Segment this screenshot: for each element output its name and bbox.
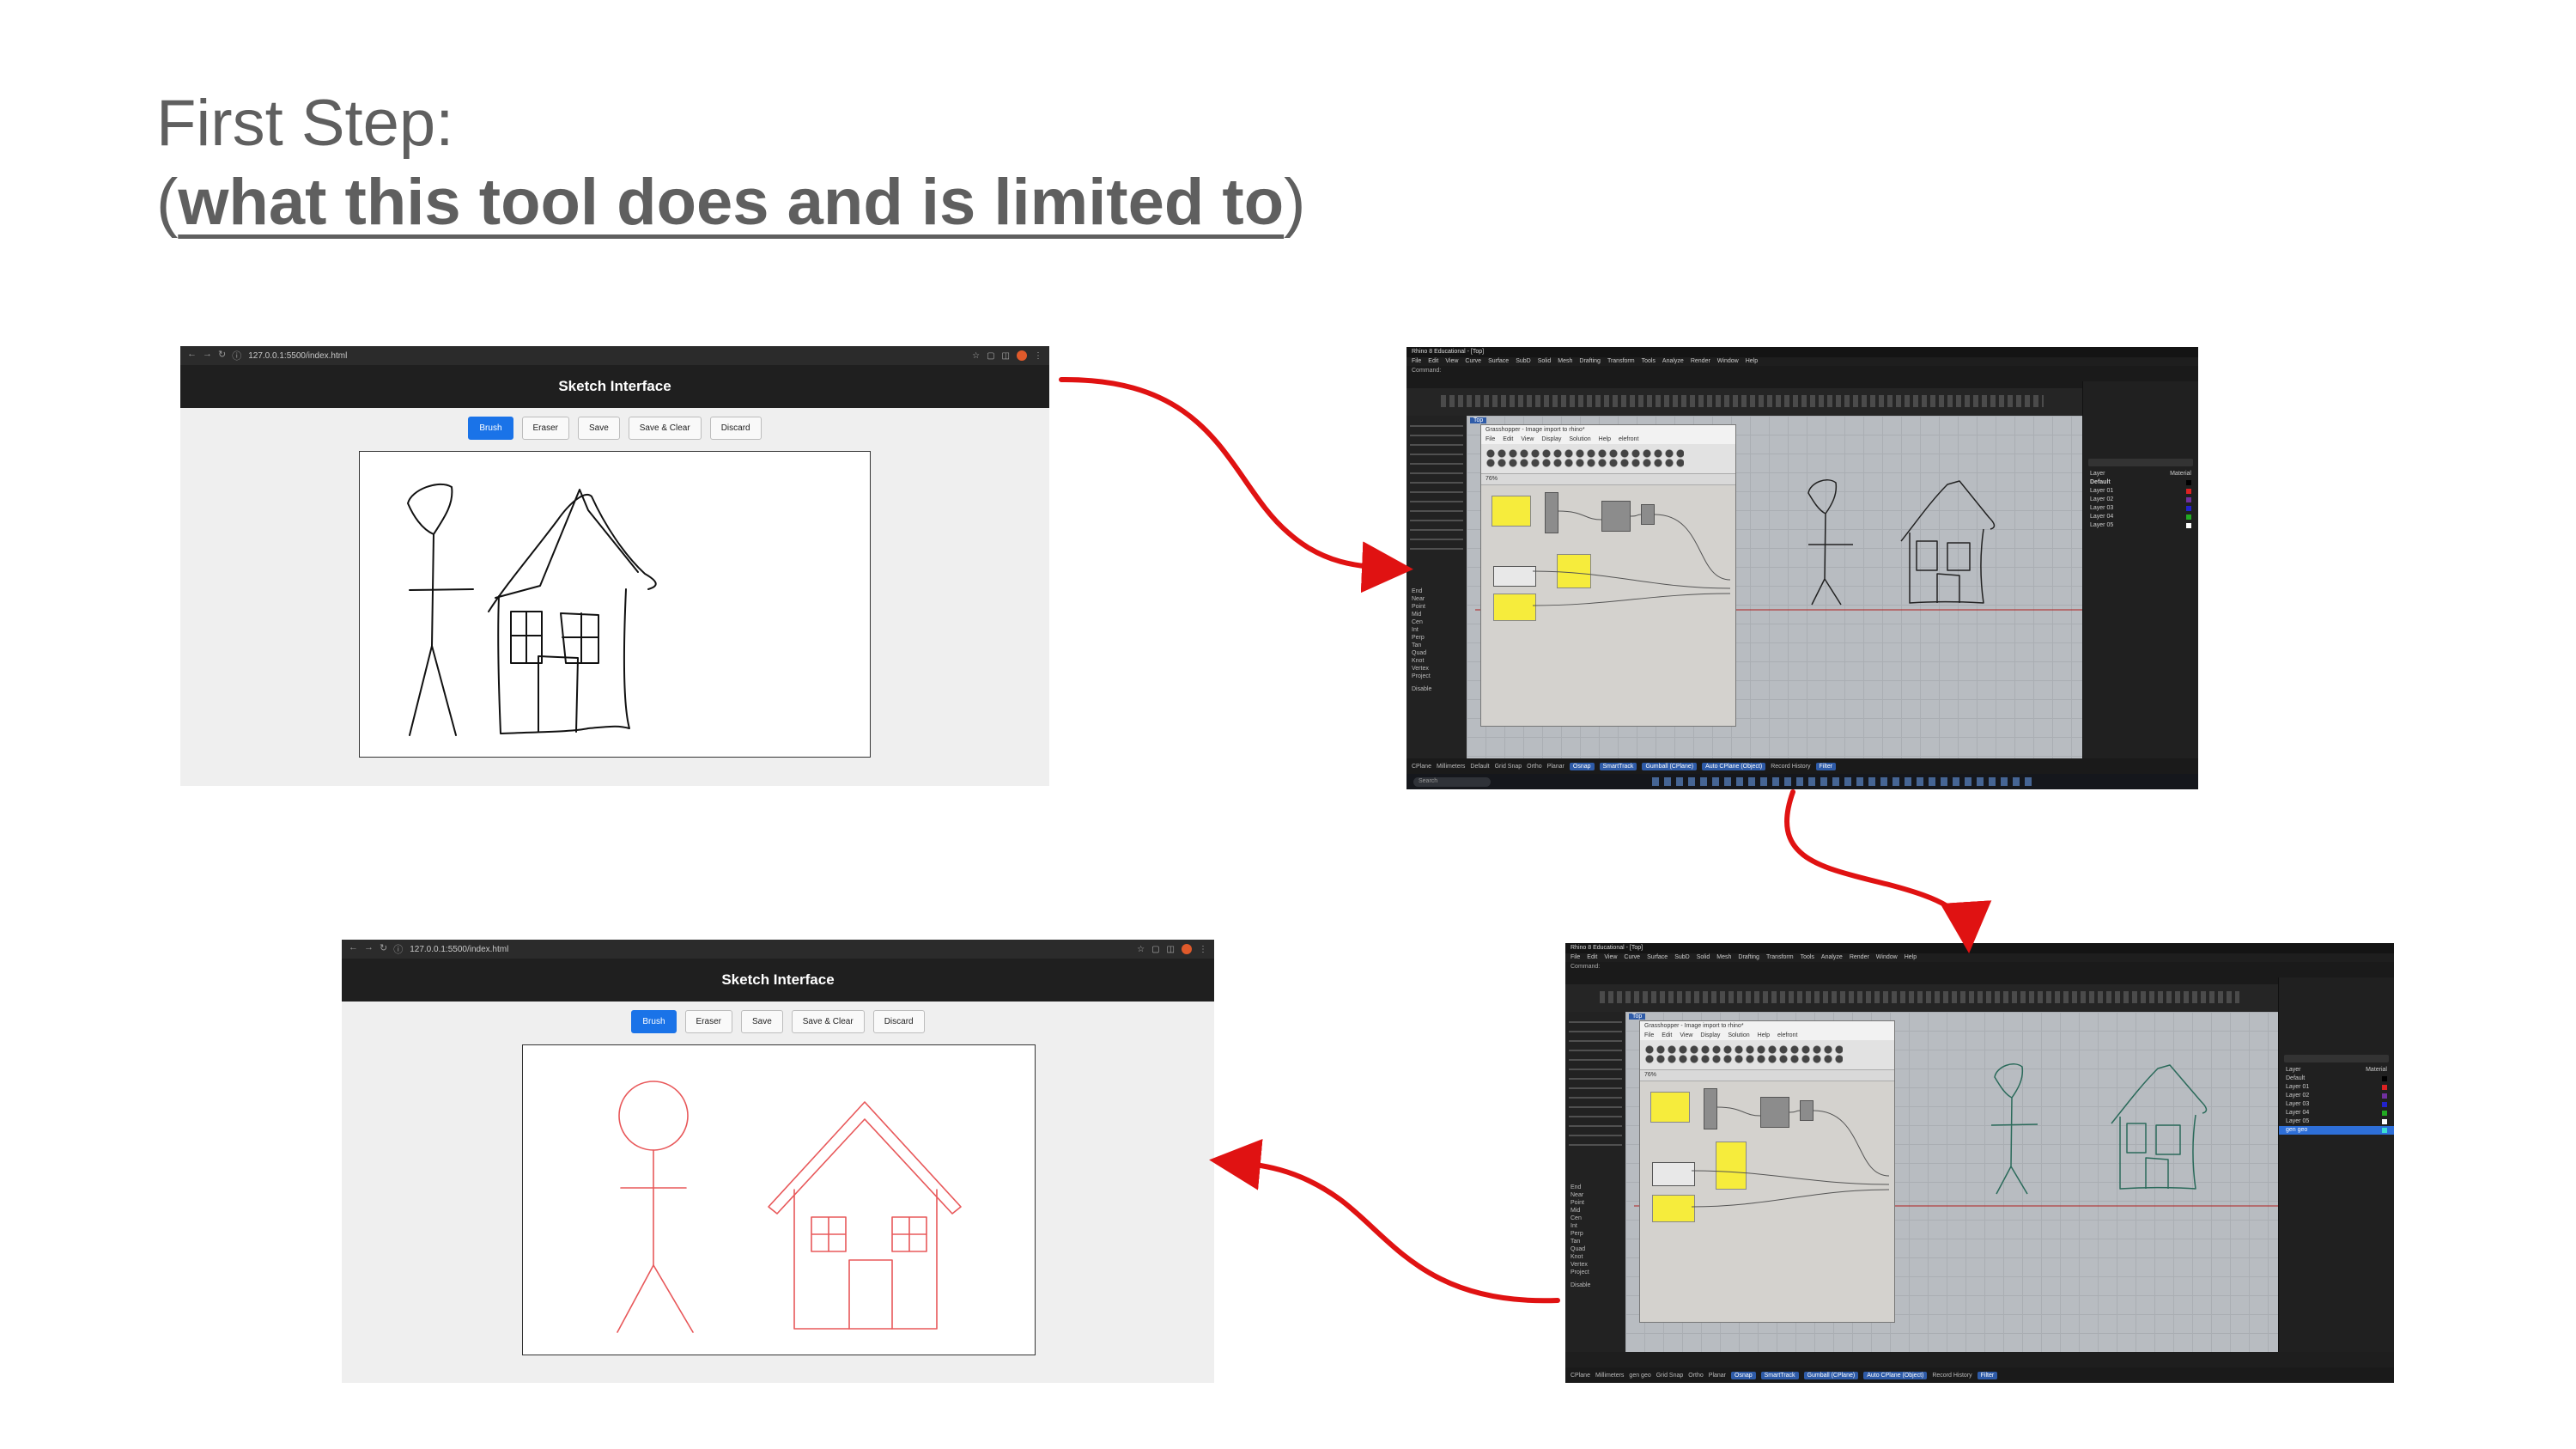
flow-arrow-result-to-browser bbox=[1209, 1138, 1560, 1304]
flow-arrows bbox=[1059, 376, 1992, 1304]
flow-arrow-sketch-to-rhino bbox=[1059, 376, 1413, 594]
flow-arrow-rhino-to-generate bbox=[1784, 789, 1992, 953]
